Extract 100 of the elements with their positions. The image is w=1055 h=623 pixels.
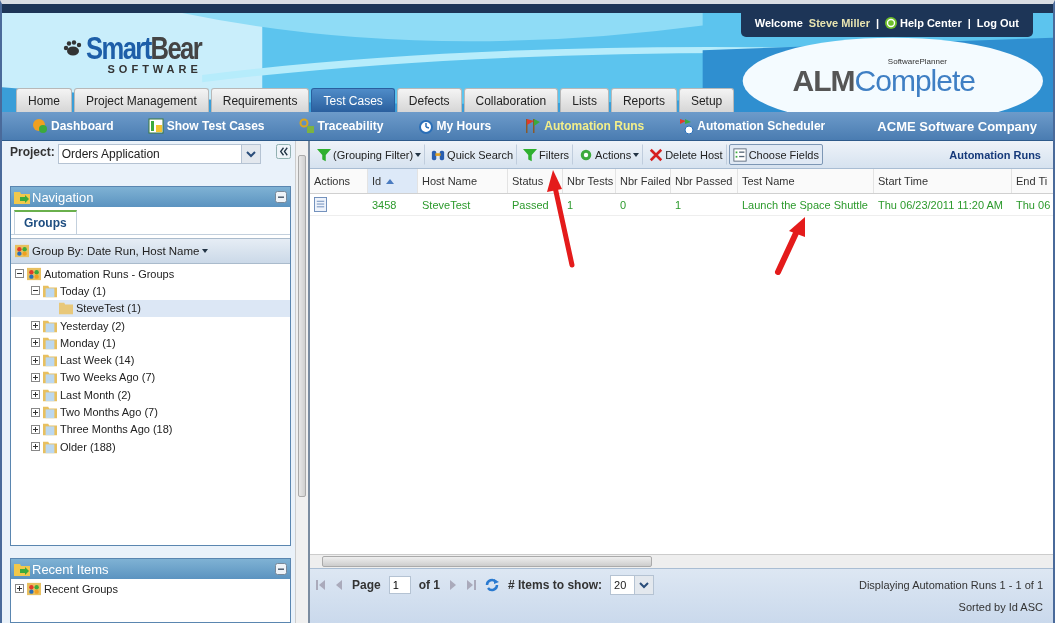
tree-toggle-icon[interactable] [31,424,40,434]
column-header[interactable]: Test Name [742,175,795,187]
folder-icon [43,405,57,419]
nav-tab[interactable]: Home [16,88,72,112]
tree-item[interactable]: Last Month (2) [11,386,290,404]
toolbar-button[interactable]: Actions [575,144,644,165]
tree-toggle-icon[interactable] [31,286,40,296]
nav-tab[interactable]: Lists [560,88,609,112]
tree-item[interactable]: Three Months Ago (18) [11,420,290,438]
column-header[interactable]: Nbr Passed [675,175,733,187]
tree-item[interactable]: Yesterday (2) [11,316,290,335]
tree-toggle-icon[interactable] [15,584,24,594]
grid-icon [147,118,164,134]
dashboard-icon [32,118,48,134]
paw-icon [62,40,82,56]
toolbar-button[interactable]: Filters [519,144,574,165]
company-name: ACME Software Company [877,118,1037,134]
log-out-link[interactable]: Log Out [976,17,1019,29]
column-header[interactable]: Id [372,175,382,187]
tree-item[interactable]: Monday (1) [11,334,290,352]
sort-summary: Sorted by Id ASC [958,601,1043,613]
items-label: # Items to show: [508,578,603,592]
paging-summary: Displaying Automation Runs 1 - 1 of 1 [858,579,1043,591]
nav-tab[interactable]: Reports [610,88,677,112]
tree-item[interactable]: Automation Runs - Groups [11,265,290,283]
items-dropdown[interactable]: 20 [610,575,655,595]
document-icon[interactable] [314,197,327,212]
tree-item[interactable]: Today (1) [11,282,290,300]
table-cell: Thu 06/23/2011 11:20 AM [878,198,1003,211]
nav-tab[interactable]: Test Cases [311,88,395,112]
table-cell: 1 [567,198,574,211]
collapse-icon[interactable] [275,144,291,159]
refresh-icon[interactable] [484,577,501,593]
tree-toggle-icon[interactable] [15,269,24,279]
subnav-link[interactable]: Show Test Cases [147,118,265,134]
table-cell: SteveTest [422,198,471,211]
tree-toggle-icon[interactable] [31,407,40,417]
folder-icon [43,370,57,385]
toolbar-button[interactable]: Quick Search [427,144,518,165]
column-header[interactable]: End Ti [1016,175,1048,187]
folder-icon [59,301,73,316]
scrollbar[interactable] [295,141,310,623]
panel-title: Recent Items [32,561,109,577]
tree-toggle-icon[interactable] [31,442,40,452]
panel-title: Navigation [32,189,94,205]
tree-item[interactable]: Two Months Ago (7) [11,403,290,421]
minimize-icon[interactable] [275,563,287,575]
column-header[interactable]: Nbr Tests [567,175,614,187]
tree-item[interactable]: Recent Groups [11,580,290,598]
nav-tab[interactable]: Defects [396,88,462,112]
toolbar-button[interactable]: Choose Fields [728,144,823,165]
chevron-down-icon [634,576,654,594]
nav-tab[interactable]: Requirements [210,88,310,112]
flag-icon [678,118,695,134]
folder-icon [43,318,57,333]
folder-icon [43,353,57,368]
checklist-icon [732,147,747,162]
minimize-icon[interactable] [275,191,287,203]
table-cell: Launch the Space Shuttle [742,198,868,211]
logo-subtitle: SOFTWARE [107,63,202,75]
tree-item[interactable]: Two Weeks Ago (7) [11,368,290,387]
group-by-menu[interactable]: Group By: Date Run, Host Name [11,238,290,264]
tree-toggle-icon[interactable] [31,355,40,365]
nav-tab[interactable]: Setup [678,88,735,112]
column-header[interactable]: Nbr Failed [620,175,670,187]
subnav-link[interactable]: Dashboard [32,118,114,134]
table-cell: 0 [620,198,627,211]
page-input[interactable]: 1 [388,576,411,594]
scrollbar[interactable] [310,554,1053,568]
nav-tab[interactable]: Collaboration [463,88,559,112]
subnav-link[interactable]: Traceability [298,118,384,134]
tree-toggle-icon[interactable] [31,390,40,400]
tree-toggle-icon[interactable] [31,372,40,382]
table-cell: 3458 [372,198,397,211]
help-center-link[interactable]: Help Center [900,17,962,29]
chevron-down-icon [240,145,260,163]
page-count: of 1 [418,578,441,592]
groups-icon [15,244,29,258]
nav-tab[interactable]: Project Management [74,88,209,112]
tree-toggle-icon[interactable] [31,338,40,348]
table-cell: 1 [675,198,682,211]
caret-icon [202,249,209,253]
groups-tab[interactable]: Groups [14,210,77,234]
column-header[interactable]: Host Name [422,175,478,187]
column-header[interactable]: Status [512,175,544,187]
project-dropdown[interactable]: Orders Application [57,144,261,164]
subnav-link[interactable]: My Hours [417,118,492,134]
tree-item[interactable]: Older (188) [11,437,290,456]
column-header[interactable]: Start Time [878,175,929,187]
column-header[interactable]: Actions [314,175,351,187]
toolbar-button[interactable]: Delete Host [645,144,727,165]
table-cell: Passed [512,198,549,211]
logo-subtitle: SoftwarePlanner [887,57,947,66]
tree-toggle-icon[interactable] [31,321,40,331]
subnav-link[interactable]: Automation Scheduler [678,118,826,134]
separator: | [875,17,879,29]
tree-item[interactable]: SteveTest (1) [11,299,290,317]
table-cell: Thu 06 [1016,198,1051,211]
tree-item[interactable]: Last Week (14) [11,351,290,369]
toolbar-button[interactable]: (Grouping Filter) [313,144,426,165]
